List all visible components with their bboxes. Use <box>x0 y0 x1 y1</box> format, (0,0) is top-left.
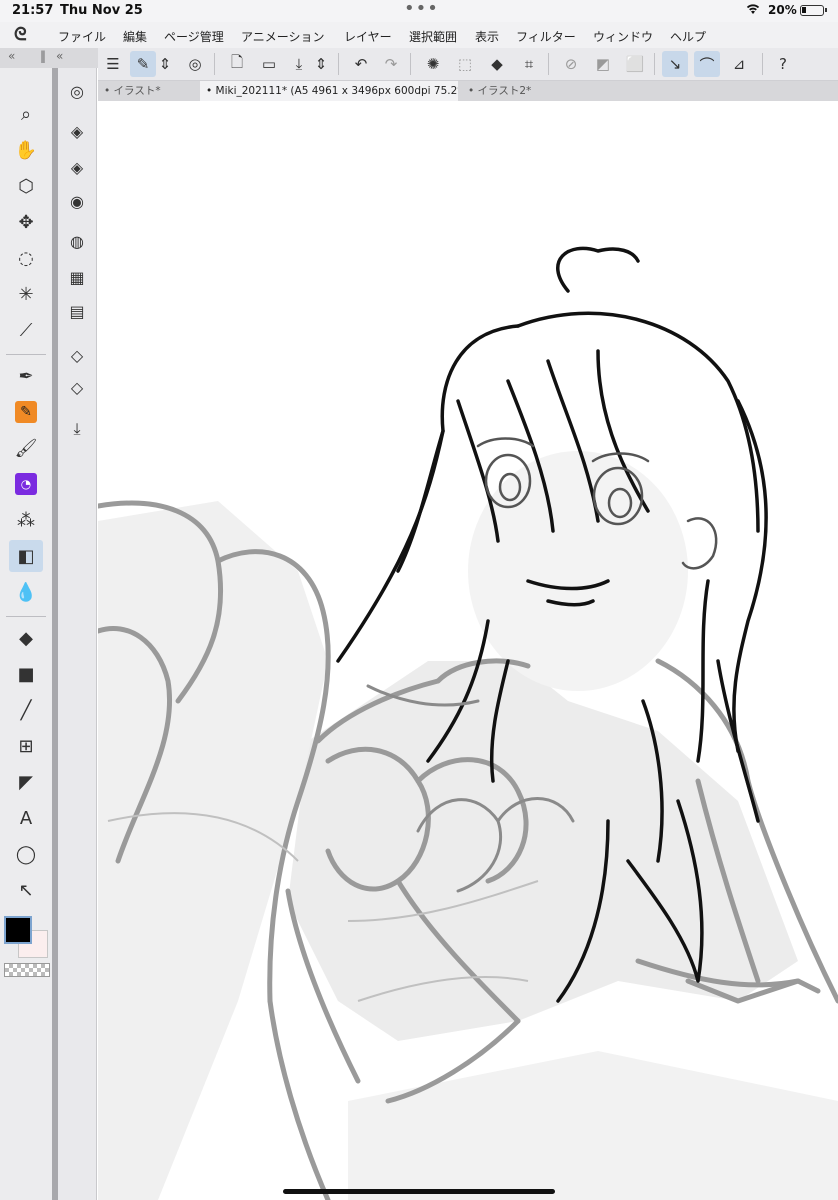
tab-miki[interactable]: • Miki_202111* (A5 4961 x 3496px 600dpi … <box>200 81 458 101</box>
drag-handle-icon[interactable]: ‖ <box>40 49 46 63</box>
menu-window[interactable]: ウィンドウ <box>593 28 653 45</box>
tab-illust2[interactable]: • イラスト2* <box>462 81 560 101</box>
redo-icon[interactable]: ↷ <box>378 51 404 77</box>
sub-tool-icon[interactable]: ◈ <box>62 116 92 146</box>
fill-bucket-icon[interactable]: ◆ <box>484 51 510 77</box>
airbrush-icon[interactable]: ⁂ <box>9 504 43 536</box>
menu-view[interactable]: 表示 <box>475 28 499 45</box>
brush-size-icon[interactable]: ◉ <box>62 186 92 216</box>
battery-icon <box>800 5 827 16</box>
menu-page[interactable]: ページ管理 <box>164 28 224 45</box>
object-icon[interactable]: ⬡ <box>9 170 43 202</box>
spiral-icon[interactable]: ◎ <box>182 51 208 77</box>
timeline-icon[interactable]: ▤ <box>62 296 92 326</box>
palette-column: ◎ ◈ ◈ ◉ ◍ ▦ ▤ ◇ ◇ ⤓ <box>58 68 97 1200</box>
material-icon[interactable]: ⤓ <box>62 414 92 444</box>
blend-icon[interactable]: 💧 <box>9 576 43 608</box>
menu-bar: ᘓ ファイル 編集 ページ管理 アニメーション レイヤー 選択範囲 表示 フィル… <box>0 22 838 49</box>
collapse-right-icon[interactable]: « <box>56 49 63 63</box>
tool-panel: ⌕ ✋ ⬡ ✥ ◌ ✳ ⟋ ✒ ✎ 🖌 ◔ ⁂ ◧ 💧 ◆ ■ ╱ ⊞ ◤ A … <box>0 68 53 1200</box>
loading-icon[interactable]: ✺ <box>420 51 446 77</box>
illustration-sketch <box>98 246 838 1200</box>
status-date: Thu Nov 25 <box>60 3 143 18</box>
menu-help[interactable]: ヘルプ <box>670 28 706 45</box>
zoom-icon[interactable]: ⌕ <box>9 98 43 130</box>
pencil-icon[interactable]: ✎ <box>9 396 43 428</box>
line-icon[interactable]: ╱ <box>9 694 43 726</box>
wifi-icon <box>745 2 761 20</box>
watercolor-icon[interactable]: ◔ <box>9 468 43 500</box>
drawing-canvas[interactable] <box>98 101 838 1200</box>
correct-line-icon[interactable]: ↖ <box>9 874 43 906</box>
color-wheel-icon[interactable]: ◍ <box>62 226 92 256</box>
status-time: 21:57 <box>12 3 54 18</box>
home-indicator[interactable] <box>283 1189 555 1194</box>
select-dim-icon[interactable]: ⬚ <box>452 51 478 77</box>
deselect-icon[interactable]: ⬜ <box>622 51 648 77</box>
battery-percent: 20% <box>768 3 797 17</box>
hamburger-menu-icon[interactable]: ☰ <box>100 51 126 77</box>
snap-ruler-icon[interactable]: ↘ <box>662 51 688 77</box>
collapse-left-icon[interactable]: « <box>8 49 15 63</box>
eraser-icon[interactable]: ◧ <box>9 540 43 572</box>
multitask-dots-icon[interactable]: ••• <box>404 0 439 19</box>
save-icon[interactable]: ⤓ <box>286 51 312 77</box>
new-file-icon[interactable]: 🗋 <box>224 51 250 77</box>
main-color-swatch[interactable] <box>4 916 32 944</box>
lasso-icon[interactable]: ◌ <box>9 242 43 274</box>
tool-property-icon[interactable]: ◈ <box>62 152 92 182</box>
clear-outside-icon[interactable]: ◩ <box>590 51 616 77</box>
help-companion-icon[interactable]: ? <box>770 51 796 77</box>
clear-icon[interactable]: ⊘ <box>558 51 584 77</box>
menu-animation[interactable]: アニメーション <box>241 28 325 45</box>
eyedropper-icon[interactable]: ⟋ <box>9 314 43 346</box>
move-layer-icon[interactable]: ✥ <box>9 206 43 238</box>
edit-pen-icon[interactable]: ✎ <box>130 51 156 77</box>
menu-layer[interactable]: レイヤー <box>344 28 392 45</box>
command-bar: ☰ ✎ ⇕ ◎ 🗋 ▭ ⤓ ⇕ ↶ ↷ ✺ ⬚ ◆ ⌗ ⊘ ◩ ⬜ ↘ ⌒ ⊿ … <box>98 48 838 81</box>
snap-special-icon[interactable]: ⌒ <box>694 51 720 77</box>
menu-edit[interactable]: 編集 <box>123 28 147 45</box>
snap-grid-icon[interactable]: ⊿ <box>726 51 752 77</box>
menu-file[interactable]: ファイル <box>58 28 106 45</box>
updown-arrows-icon[interactable]: ⇕ <box>158 51 172 77</box>
open-folder-icon[interactable]: ▭ <box>256 51 282 77</box>
app-logo-icon[interactable]: ᘓ <box>14 24 27 45</box>
navigator-icon[interactable]: ◎ <box>62 76 92 106</box>
hand-icon[interactable]: ✋ <box>9 134 43 166</box>
gradient-icon[interactable]: ■ <box>9 658 43 690</box>
pen-icon[interactable]: ✒ <box>9 360 43 392</box>
magic-wand-icon[interactable]: ✳ <box>9 278 43 310</box>
palette-header: « ‖ « <box>0 48 98 68</box>
crop-icon[interactable]: ⌗ <box>516 51 542 77</box>
tab-illust[interactable]: • イラスト* <box>98 81 198 101</box>
ios-status-bar: 21:57 Thu Nov 25 ••• 20% <box>0 0 838 22</box>
menu-filter[interactable]: フィルター <box>516 28 576 45</box>
undo-icon[interactable]: ↶ <box>348 51 374 77</box>
layer-property-icon[interactable]: ◇ <box>62 340 92 370</box>
brush-icon[interactable]: 🖌 <box>9 432 43 464</box>
text-icon[interactable]: A <box>9 802 43 834</box>
transparent-color-swatch[interactable] <box>4 963 50 977</box>
fill-icon[interactable]: ◆ <box>9 622 43 654</box>
frame-icon[interactable]: ⊞ <box>9 730 43 762</box>
menu-selection[interactable]: 選択範囲 <box>409 28 457 45</box>
layers-icon[interactable]: ◇ <box>62 372 92 402</box>
document-tabs: • イラスト* • Miki_202111* (A5 4961 x 3496px… <box>98 81 838 102</box>
balloon-icon[interactable]: ◯ <box>9 838 43 870</box>
updown-arrows-2-icon[interactable]: ⇕ <box>314 51 328 77</box>
ruler-icon[interactable]: ◤ <box>9 766 43 798</box>
color-set-icon[interactable]: ▦ <box>62 262 92 292</box>
